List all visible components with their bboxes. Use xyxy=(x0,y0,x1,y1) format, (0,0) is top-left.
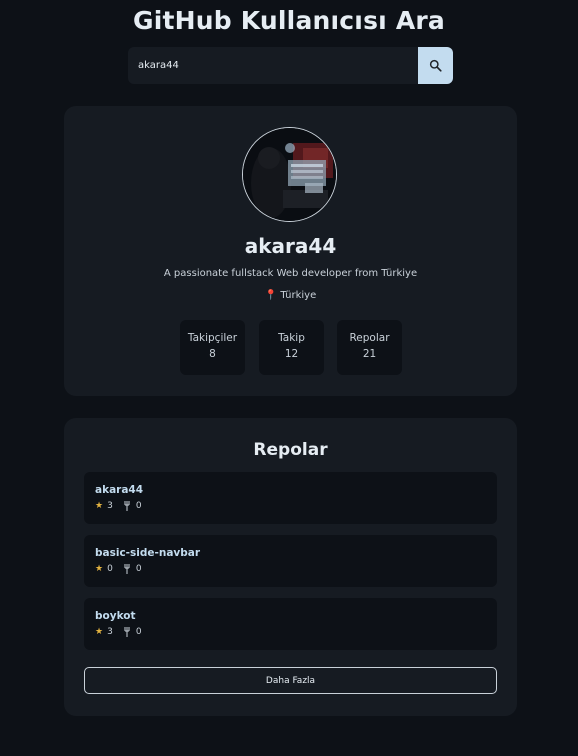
fork-count: 0 xyxy=(135,564,142,574)
fork-icon xyxy=(124,627,132,637)
location-label: Türkiye xyxy=(280,290,317,301)
repo-name-link[interactable]: akara44 xyxy=(95,484,143,496)
stat-followers: Takipçiler 8 xyxy=(180,320,245,375)
star-icon: ★ xyxy=(95,564,104,574)
avatar xyxy=(242,127,337,222)
repo-meta: ★ 3 0 xyxy=(95,627,142,637)
stat-value: 8 xyxy=(209,348,216,360)
star-count: 3 xyxy=(107,627,113,637)
stat-following: Takip 12 xyxy=(259,320,324,375)
username: akara44 xyxy=(244,234,337,258)
star-count: 3 xyxy=(107,501,113,511)
search-button[interactable] xyxy=(418,47,453,84)
stat-label: Repolar xyxy=(349,332,390,344)
fork-count: 0 xyxy=(135,501,142,511)
search-bar xyxy=(128,47,453,84)
page-title: GitHub Kullanıcısı Ara xyxy=(133,6,445,35)
star-count: 0 xyxy=(107,564,113,574)
repos-title: Repolar xyxy=(253,440,328,460)
repo-name-link[interactable]: basic-side-navbar xyxy=(95,547,200,559)
repo-meta: ★ 0 0 xyxy=(95,564,142,574)
user-location: 📍 Türkiye xyxy=(64,290,517,301)
search-icon xyxy=(429,59,442,72)
pin-icon: 📍 xyxy=(264,290,278,301)
repos-card: Repolar akara44 ★ 3 0 basic-side-navbar … xyxy=(64,418,517,716)
user-bio: A passionate fullstack Web developer fro… xyxy=(163,268,418,279)
stat-label: Takipçiler xyxy=(187,332,238,344)
stat-value: 21 xyxy=(362,348,377,360)
repo-meta: ★ 3 0 xyxy=(95,501,142,511)
repo-item[interactable]: boykot ★ 3 0 xyxy=(84,598,497,650)
repo-item[interactable]: akara44 ★ 3 0 xyxy=(84,472,497,524)
load-more-button[interactable]: Daha Fazla xyxy=(84,667,497,694)
profile-card: akara44 A passionate fullstack Web devel… xyxy=(64,106,517,396)
fork-icon xyxy=(124,501,132,511)
repo-item[interactable]: basic-side-navbar ★ 0 0 xyxy=(84,535,497,587)
search-input[interactable] xyxy=(128,47,418,84)
stat-repos: Repolar 21 xyxy=(337,320,402,375)
fork-count: 0 xyxy=(135,627,142,637)
fork-icon xyxy=(124,564,132,574)
star-icon: ★ xyxy=(95,627,104,637)
star-icon: ★ xyxy=(95,501,104,511)
stat-label: Takip xyxy=(278,332,305,344)
repo-name-link[interactable]: boykot xyxy=(95,610,136,622)
stat-value: 12 xyxy=(284,348,299,360)
